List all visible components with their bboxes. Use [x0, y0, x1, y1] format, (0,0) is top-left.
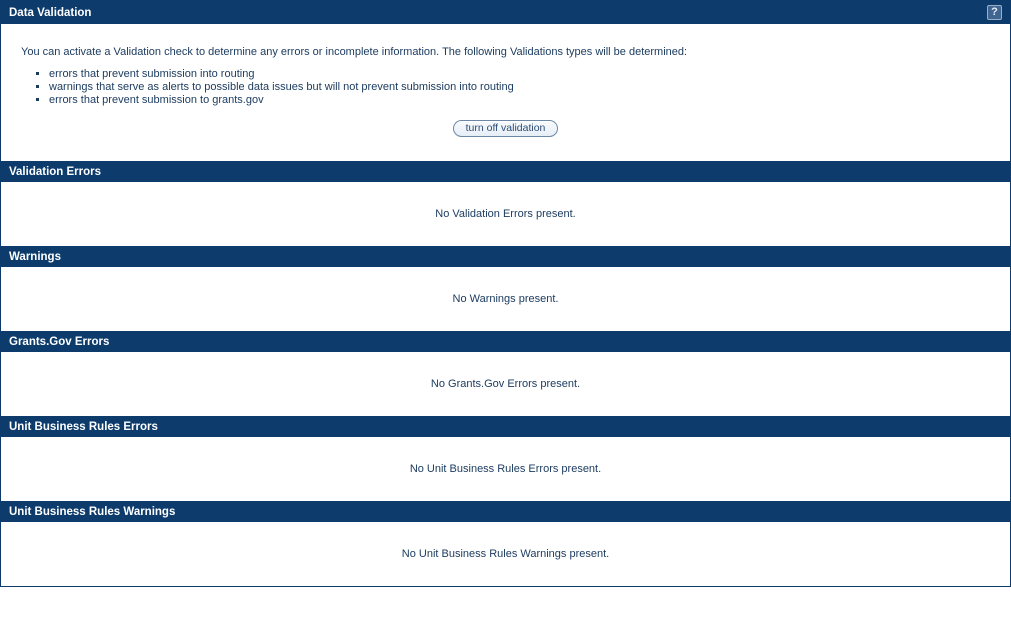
panel-title: Data Validation [9, 7, 91, 19]
panel-header: Data Validation ? [1, 1, 1010, 24]
list-item: errors that prevent submission to grants… [49, 94, 990, 106]
data-validation-panel: Data Validation ? You can activate a Val… [0, 0, 1011, 587]
help-icon[interactable]: ? [987, 5, 1002, 20]
section-body-unit-business-rules-errors: No Unit Business Rules Errors present. [1, 437, 1010, 501]
intro-block: You can activate a Validation check to d… [1, 24, 1010, 161]
toggle-button-row: turn off validation [21, 120, 990, 147]
section-body-validation-errors: No Validation Errors present. [1, 182, 1010, 246]
turn-off-validation-button[interactable]: turn off validation [453, 120, 559, 137]
intro-bullet-list: errors that prevent submission into rout… [21, 68, 990, 106]
section-header-warnings: Warnings [1, 246, 1010, 267]
section-body-grants-gov-errors: No Grants.Gov Errors present. [1, 352, 1010, 416]
section-header-grants-gov-errors: Grants.Gov Errors [1, 331, 1010, 352]
section-header-unit-business-rules-errors: Unit Business Rules Errors [1, 416, 1010, 437]
section-header-unit-business-rules-warnings: Unit Business Rules Warnings [1, 501, 1010, 522]
list-item: errors that prevent submission into rout… [49, 68, 990, 80]
intro-paragraph: You can activate a Validation check to d… [21, 46, 990, 58]
section-body-unit-business-rules-warnings: No Unit Business Rules Warnings present. [1, 522, 1010, 586]
section-header-validation-errors: Validation Errors [1, 161, 1010, 182]
list-item: warnings that serve as alerts to possibl… [49, 81, 990, 93]
section-body-warnings: No Warnings present. [1, 267, 1010, 331]
